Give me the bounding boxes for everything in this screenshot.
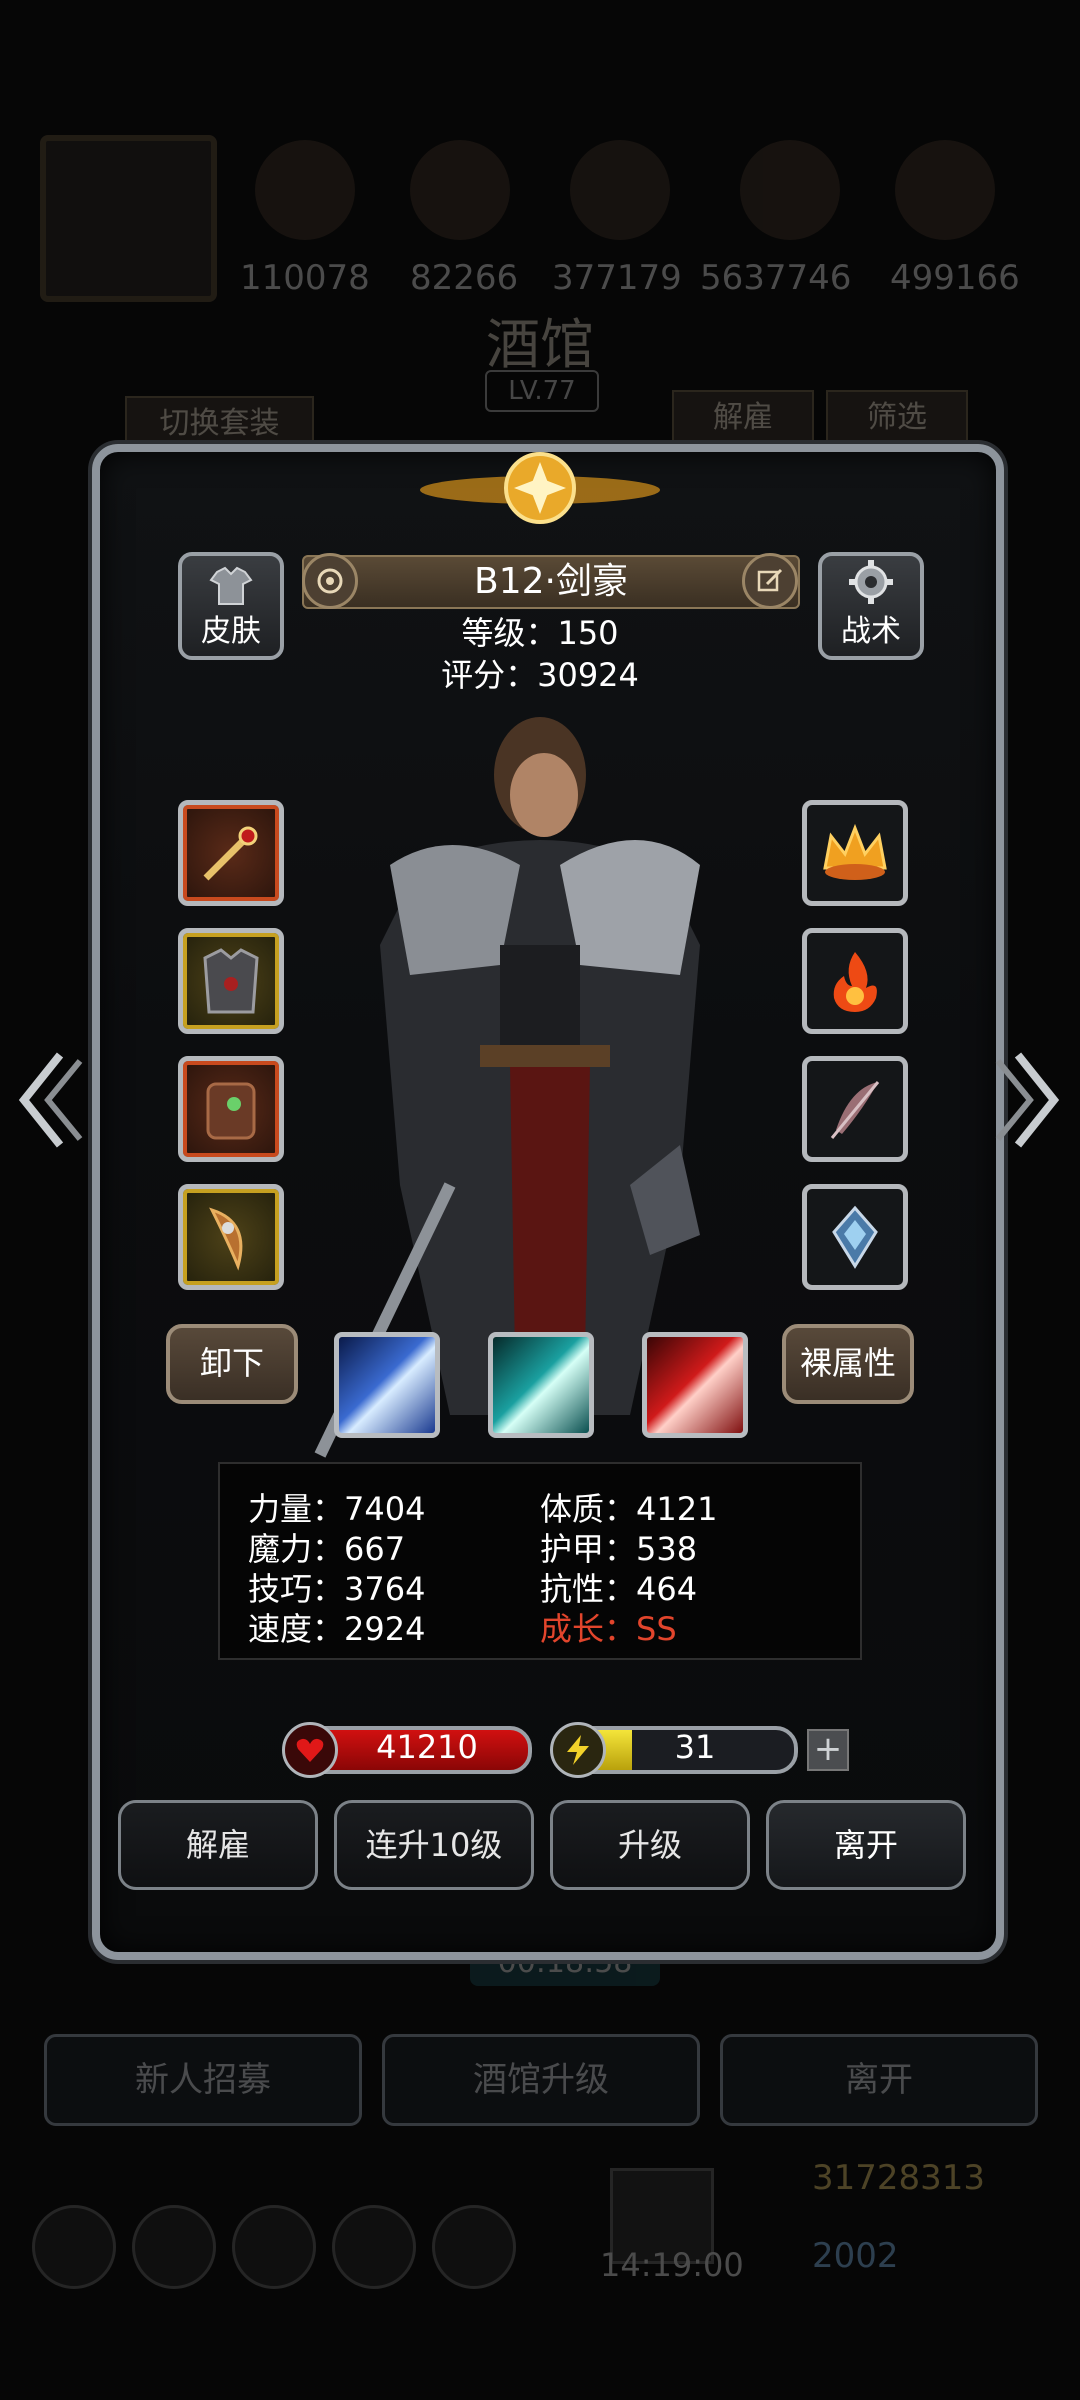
equip-slot-back[interactable] — [178, 1056, 284, 1162]
tab-leave[interactable]: 离开 — [720, 2034, 1038, 2126]
crystal-emblem-icon — [832, 1205, 878, 1269]
add-energy-button[interactable]: + — [807, 1729, 849, 1771]
fire-orb-icon — [833, 952, 877, 1012]
unequip-button[interactable]: 卸下 — [166, 1324, 298, 1404]
tab-new-recruit[interactable]: 新人招募 — [44, 2034, 362, 2126]
horn-trinket-icon — [209, 1207, 243, 1271]
hero-name: B12·剑豪 — [302, 555, 800, 609]
resource-icon — [895, 140, 995, 240]
equip-slot-chest[interactable] — [178, 928, 284, 1034]
menu-icon[interactable] — [232, 2205, 316, 2289]
stat-growth: 成长：SS — [540, 1610, 677, 1648]
fire-crown-icon — [823, 823, 887, 880]
previous-hero-arrow-icon[interactable] — [16, 1045, 86, 1155]
naked-attributes-button[interactable]: 裸属性 — [782, 1324, 914, 1404]
feather-icon — [830, 1081, 880, 1139]
resource-value: 377179 — [552, 258, 682, 298]
resource-icon — [740, 140, 840, 240]
equip-slot-feather[interactable] — [802, 1056, 908, 1162]
blue-slash-icon[interactable] — [334, 1332, 440, 1438]
resource-value: 499166 — [890, 258, 1020, 298]
next-hero-arrow-icon[interactable] — [992, 1045, 1062, 1155]
rename-edit-icon[interactable] — [742, 553, 798, 609]
equip-slot-orb[interactable] — [802, 928, 908, 1034]
lightning-icon — [550, 1722, 606, 1778]
background-portrait — [40, 135, 217, 302]
level-up-button[interactable]: 升级 — [550, 1800, 750, 1890]
gold-amount: 31728313 — [812, 2158, 986, 2198]
tavern-title: 酒馆 — [486, 313, 594, 376]
energy-value: 31 — [674, 1728, 716, 1766]
cyan-slash-icon[interactable] — [488, 1332, 594, 1438]
resource-value: 82266 — [410, 258, 519, 298]
hero-score: 评分：30924 — [441, 656, 639, 694]
resource-icon — [570, 140, 670, 240]
menu-icon[interactable] — [32, 2205, 116, 2289]
heart-icon — [282, 1722, 338, 1778]
chest-armor-icon — [203, 948, 259, 1014]
level-up-10-button[interactable]: 连升10级 — [334, 1800, 534, 1890]
equip-slot-crown[interactable] — [802, 800, 908, 906]
bg-dismiss-button[interactable]: 解雇 — [672, 390, 814, 446]
resource-value: 5637746 — [700, 258, 852, 298]
equip-slot-emblem[interactable] — [802, 1184, 908, 1290]
rank-medal-icon[interactable] — [302, 553, 358, 609]
hero-level: 等级：150 — [461, 614, 619, 652]
gem-amount: 2002 — [812, 2236, 899, 2276]
gear-icon — [849, 560, 893, 604]
clock-text: 14:19:00 — [600, 2246, 744, 2284]
equip-slot-weapon[interactable] — [178, 800, 284, 906]
dismiss-hero-button[interactable]: 解雇 — [118, 1800, 318, 1890]
stat-speed: 速度：2924 — [248, 1610, 426, 1648]
weapon-sword-icon — [203, 826, 258, 881]
menu-icon[interactable] — [132, 2205, 216, 2289]
resource-value: 110078 — [240, 258, 370, 298]
shirt-icon — [209, 566, 253, 605]
menu-icon[interactable] — [332, 2205, 416, 2289]
red-slash-icon[interactable] — [642, 1332, 748, 1438]
bg-filter-button[interactable]: 筛选 — [826, 390, 968, 446]
sun-emblem-icon — [420, 452, 660, 524]
menu-icon[interactable] — [432, 2205, 516, 2289]
equip-slot-trinket[interactable] — [178, 1184, 284, 1290]
leave-button[interactable]: 离开 — [766, 1800, 966, 1890]
tavern-level: LV.77 — [485, 370, 599, 412]
resource-icon — [410, 140, 510, 240]
resource-icon — [255, 140, 355, 240]
tab-tavern-upgrade[interactable]: 酒馆升级 — [382, 2034, 700, 2126]
backpack-armor-icon — [206, 1082, 256, 1140]
